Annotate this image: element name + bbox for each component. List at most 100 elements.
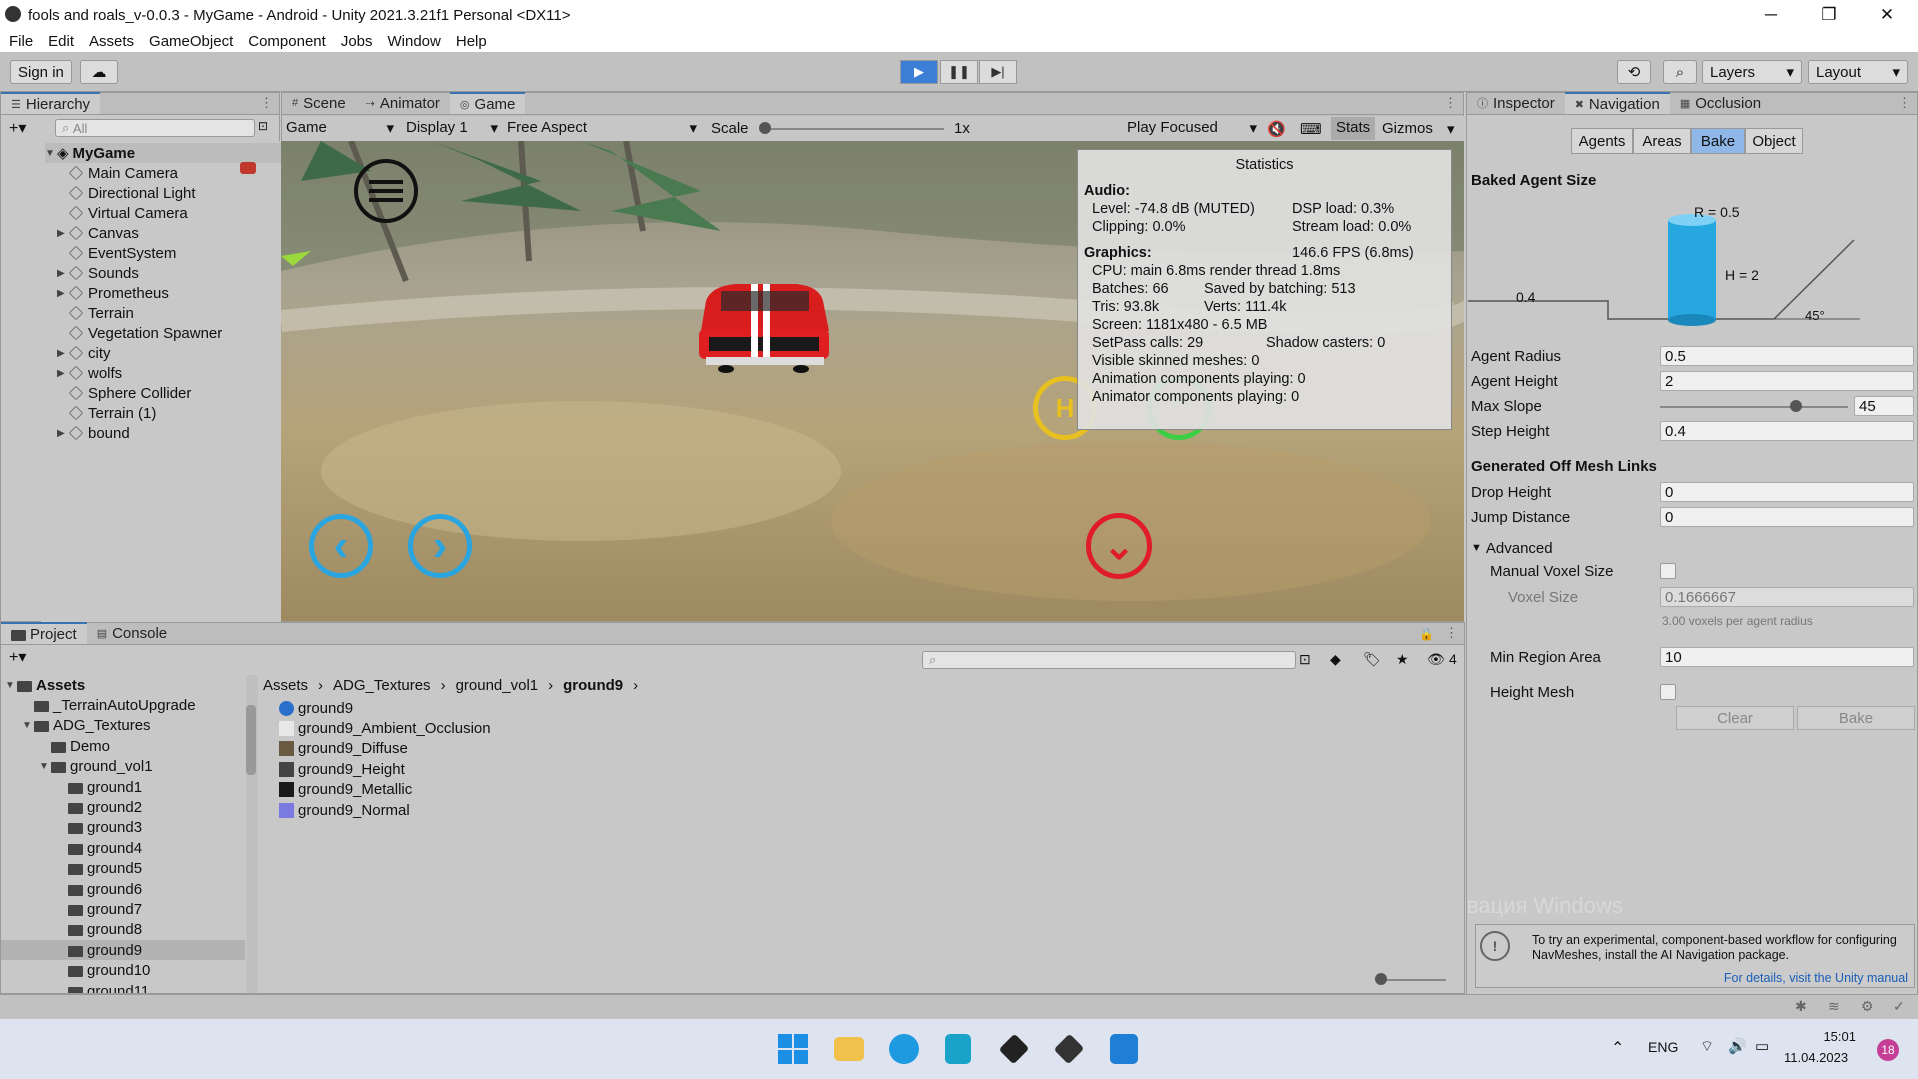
asset-item[interactable]: ground9: [279, 698, 679, 718]
check-icon[interactable]: ✓: [1893, 998, 1905, 1015]
project-tree-item[interactable]: ground6: [1, 879, 245, 899]
view-dropdown[interactable]: Game ▾: [286, 119, 394, 137]
sign-in-button[interactable]: Sign in: [10, 60, 72, 84]
display-dropdown[interactable]: Display 1 ▾: [406, 119, 498, 137]
tab-occlusion[interactable]: ▦ Occlusion: [1670, 92, 1771, 114]
project-tree-item[interactable]: ▼ ADG_Textures: [1, 716, 245, 736]
menu-window[interactable]: Window: [388, 33, 441, 50]
expand-arrow-icon[interactable]: ▶: [57, 348, 69, 359]
search-icon[interactable]: ⌕: [1663, 60, 1697, 84]
hierarchy-item[interactable]: ▶ Canvas: [57, 223, 297, 243]
expand-arrow-icon[interactable]: ▼: [22, 720, 34, 731]
project-tree-item[interactable]: ground9: [1, 940, 245, 961]
unity-manual-link[interactable]: For details, visit the Unity manual: [1724, 971, 1908, 985]
wifi-icon[interactable]: ⌔: [1700, 1037, 1714, 1056]
layout-dropdown[interactable]: Layout ▾: [1808, 60, 1908, 84]
menu-component[interactable]: Component: [248, 33, 326, 50]
notification-badge[interactable]: 18: [1877, 1039, 1899, 1061]
expand-arrow-icon[interactable]: ▶: [57, 228, 69, 239]
height-mesh-checkbox[interactable]: [1660, 684, 1676, 700]
max-slope-slider-track[interactable]: [1660, 406, 1848, 408]
hierarchy-item[interactable]: ▶ bound: [57, 423, 297, 443]
add-icon[interactable]: +▾: [9, 647, 26, 667]
asset-item[interactable]: ground9_Normal: [279, 800, 679, 820]
breadcrumb-assets[interactable]: Assets: [263, 677, 308, 694]
project-tree-item[interactable]: ground5: [1, 859, 245, 879]
tab-animator[interactable]: ⇢ Animator: [356, 92, 450, 114]
tab-game[interactable]: ◎ Game: [449, 92, 526, 114]
project-tree-item[interactable]: ground7: [1, 899, 245, 919]
tab-project[interactable]: Project: [1, 622, 87, 644]
project-tree-item[interactable]: ▼ ground_vol1: [1, 757, 245, 777]
unity-editor-icon[interactable]: [1053, 1033, 1085, 1065]
project-tree-item[interactable]: ground3: [1, 818, 245, 838]
project-tree-item[interactable]: ground1: [1, 777, 245, 797]
tab-inspector[interactable]: ⓘ Inspector: [1467, 92, 1565, 114]
asset-item[interactable]: ground9_Metallic: [279, 780, 679, 800]
kebab-menu-icon[interactable]: ⋮: [1898, 95, 1911, 111]
stack-icon[interactable]: ≋: [1828, 998, 1840, 1015]
layers-dropdown[interactable]: Layers ▾: [1702, 60, 1802, 84]
edge-browser-icon[interactable]: [889, 1034, 919, 1064]
menu-assets[interactable]: Assets: [89, 33, 134, 50]
scale-slider-track[interactable]: [764, 128, 944, 130]
agent-radius-field[interactable]: 0.5: [1660, 346, 1914, 366]
hierarchy-item[interactable]: Terrain (1): [57, 403, 297, 423]
battery-icon[interactable]: ▭: [1755, 1037, 1769, 1055]
asset-item[interactable]: ground9_Height: [279, 759, 679, 779]
breadcrumb-ground9[interactable]: ground9: [563, 677, 623, 694]
project-tree-item[interactable]: ground2: [1, 797, 245, 817]
expand-arrow-icon[interactable]: ▼: [45, 148, 57, 159]
history-icon[interactable]: ⟲: [1617, 60, 1651, 84]
breadcrumb-ground-vol1[interactable]: ground_vol1: [456, 677, 539, 694]
tab-navigation[interactable]: ✖ Navigation: [1564, 92, 1670, 114]
menu-help[interactable]: Help: [456, 33, 487, 50]
project-tree-item[interactable]: Demo: [1, 736, 245, 756]
cloud-icon[interactable]: ☁: [80, 60, 118, 84]
menu-gameobject[interactable]: GameObject: [149, 33, 233, 50]
vscode-icon[interactable]: [1110, 1034, 1138, 1064]
expand-arrow-icon[interactable]: ▶: [57, 428, 69, 439]
tab-hierarchy[interactable]: ☰ Hierarchy: [1, 92, 101, 114]
close-button[interactable]: ✕: [1858, 0, 1916, 30]
tree-scrollbar[interactable]: [246, 675, 258, 993]
file-explorer-icon[interactable]: [834, 1037, 864, 1061]
hierarchy-item[interactable]: Virtual Camera: [57, 203, 297, 223]
advanced-foldout[interactable]: ▼ Advanced: [1471, 537, 1915, 559]
breadcrumb-adg-textures[interactable]: ADG_Textures: [333, 677, 431, 694]
volume-icon[interactable]: 🔊: [1728, 1037, 1747, 1055]
expand-arrow-icon[interactable]: ▶: [57, 288, 69, 299]
hierarchy-item[interactable]: Main Camera: [57, 163, 297, 183]
jump-distance-field[interactable]: 0: [1660, 507, 1914, 527]
hierarchy-item[interactable]: EventSystem: [57, 243, 297, 263]
scene-root-row[interactable]: ▼ ◈ MyGame: [45, 143, 285, 163]
bake-button[interactable]: Bake: [1797, 706, 1915, 730]
hierarchy-item[interactable]: Sphere Collider: [57, 383, 297, 403]
tab-console[interactable]: ▤ Console: [87, 622, 177, 644]
hierarchy-item[interactable]: Directional Light: [57, 183, 297, 203]
bug-icon[interactable]: ✱: [1795, 998, 1807, 1015]
project-tree-item[interactable]: ground4: [1, 838, 245, 858]
asset-item[interactable]: ground9_Diffuse: [279, 739, 679, 759]
lock-icon[interactable]: 🔒: [1419, 627, 1434, 641]
hierarchy-item[interactable]: Terrain: [57, 303, 297, 323]
min-region-field[interactable]: 10: [1660, 647, 1914, 667]
tree-scrollbar-thumb[interactable]: [246, 705, 256, 775]
build-icon[interactable]: ⚙: [1861, 998, 1874, 1015]
minimize-button[interactable]: ─: [1742, 0, 1800, 30]
kebab-menu-icon[interactable]: ⋮: [1444, 95, 1457, 111]
project-tree-item[interactable]: ground8: [1, 920, 245, 940]
steer-right-button[interactable]: ›: [408, 514, 472, 578]
tag-icon[interactable]: 🏷: [1363, 651, 1381, 668]
expand-arrow-icon[interactable]: ▶: [57, 368, 69, 379]
favorite-star-icon[interactable]: ★: [1396, 651, 1409, 668]
project-tree-item[interactable]: ground11: [1, 981, 245, 993]
hierarchy-item[interactable]: ▶ wolfs: [57, 363, 297, 383]
max-slope-slider-thumb[interactable]: [1790, 400, 1802, 412]
chevron-down-icon[interactable]: ▾: [1447, 120, 1455, 138]
hierarchy-item[interactable]: ▶ Sounds: [57, 263, 297, 283]
hierarchy-item[interactable]: ▶ Prometheus: [57, 283, 297, 303]
unity-hub-icon[interactable]: [998, 1033, 1030, 1065]
maximize-button[interactable]: ❐: [1800, 0, 1858, 30]
expand-arrow-icon[interactable]: ▼: [5, 680, 17, 691]
